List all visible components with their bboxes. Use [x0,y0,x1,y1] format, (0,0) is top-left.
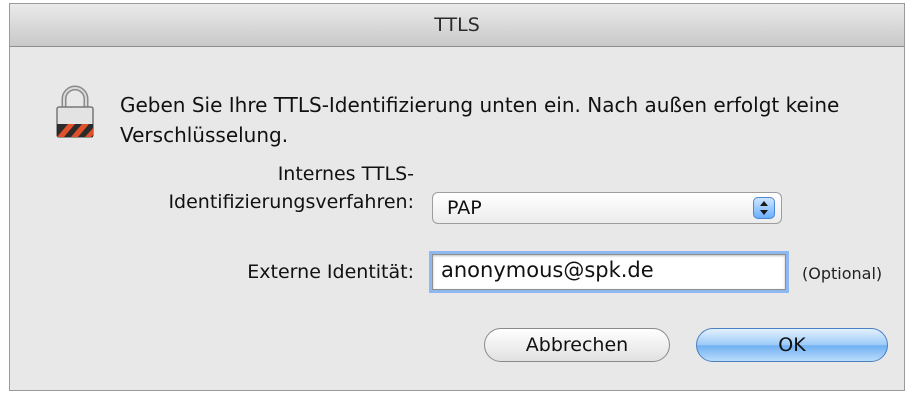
info-message: Geben Sie Ihre TTLS-Identifizierung unte… [120,93,840,147]
identity-label: Externe Identität: [247,261,414,283]
method-popup[interactable]: PAP [432,192,782,224]
identity-field[interactable]: anonymous@spk.de [432,254,786,290]
method-popup-value: PAP [447,197,482,219]
optional-note: (Optional) [802,264,883,283]
method-label-line1: Internes TTLS- [277,163,414,185]
updown-arrows-icon [753,197,775,219]
window-title: TTLS [10,4,904,47]
cancel-button[interactable]: Abbrechen [484,328,670,362]
lock-icon [56,85,94,138]
method-label-line2: Identifizierungsverfahren: [168,191,414,213]
ok-button[interactable]: OK [696,328,888,362]
ttls-dialog: TTLS Geben Sie Ihre TTLS-Identifizierung… [9,3,905,391]
method-label: Internes TTLS- Identifizierungsverfahren… [94,160,414,216]
